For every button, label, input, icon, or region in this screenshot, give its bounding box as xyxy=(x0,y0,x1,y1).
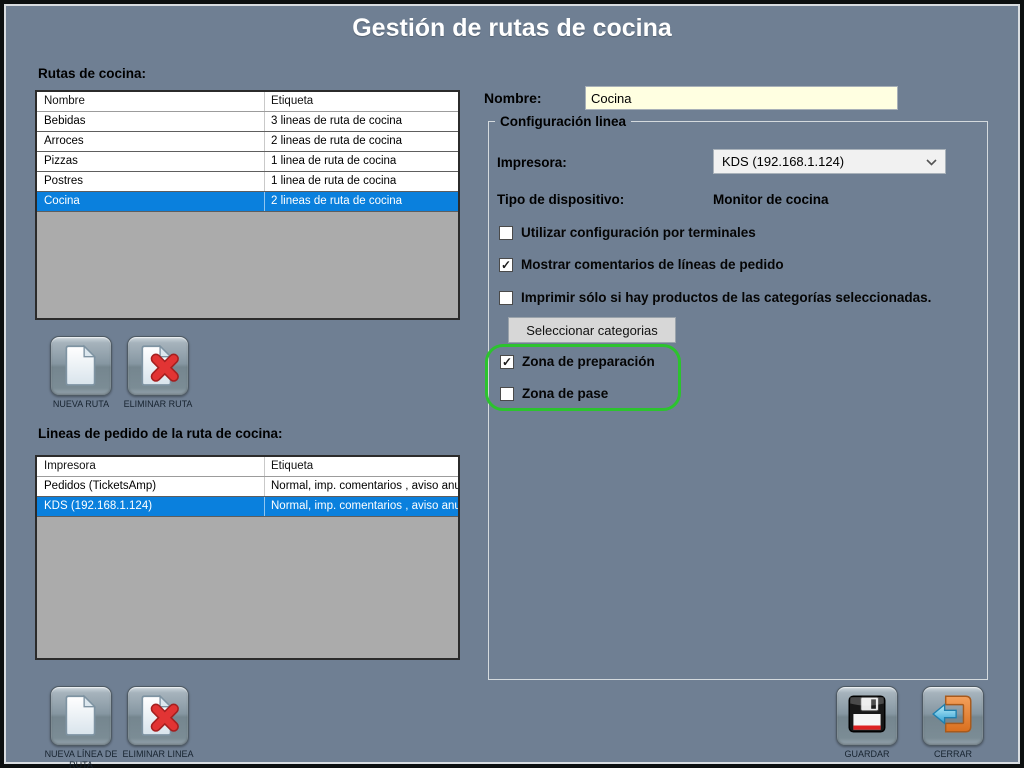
lines-section-label: Lineas de pedido de la ruta de cocina: xyxy=(38,426,283,441)
routes-table-header: Nombre Etiqueta xyxy=(37,92,458,112)
table-row[interactable]: Pedidos (TicketsAmp) Normal, imp. coment… xyxy=(37,477,458,497)
new-route-button[interactable]: NUEVA RUTA xyxy=(41,336,121,410)
route-name: Cocina xyxy=(37,192,265,211)
printer-field-label: Impresora: xyxy=(497,155,567,170)
delete-document-icon xyxy=(135,341,181,392)
checkbox-box[interactable] xyxy=(499,291,513,305)
routes-table: Nombre Etiqueta Bebidas 3 lineas de ruta… xyxy=(35,90,460,320)
line-printer: KDS (192.168.1.124) xyxy=(37,497,265,516)
kitchen-routes-window: Gestión de rutas de cocina Rutas de coci… xyxy=(0,0,1024,768)
new-line-button-label: NUEVA LÍNEA DE RUTA xyxy=(41,749,121,768)
line-tag: Normal, imp. comentarios , aviso anul. ,… xyxy=(265,497,458,516)
column-header-impresora[interactable]: Impresora xyxy=(37,457,265,476)
page-title: Gestión de rutas de cocina xyxy=(0,14,1024,43)
table-row[interactable]: Bebidas 3 lineas de ruta de cocina xyxy=(37,112,458,132)
checkbox-box-checked[interactable]: ✓ xyxy=(499,258,513,272)
select-categories-button[interactable]: Seleccionar categorias xyxy=(508,317,676,343)
name-input[interactable] xyxy=(585,86,898,110)
checkbox-box[interactable] xyxy=(499,226,513,240)
line-config-groupbox-title: Configuración linea xyxy=(495,114,631,129)
column-header-etiqueta[interactable]: Etiqueta xyxy=(265,92,458,111)
new-document-icon xyxy=(58,341,104,392)
route-tag: 2 lineas de ruta de cocina xyxy=(265,192,458,211)
checkbox-mostrar-comentarios[interactable]: ✓ Mostrar comentarios de líneas de pedid… xyxy=(499,257,784,272)
table-row[interactable]: Postres 1 linea de ruta de cocina xyxy=(37,172,458,192)
device-type-value: Monitor de cocina xyxy=(713,192,829,207)
table-row[interactable]: Arroces 2 lineas de ruta de cocina xyxy=(37,132,458,152)
delete-line-button-label: ELIMINAR LINEA xyxy=(118,749,198,760)
save-button[interactable]: GUARDAR xyxy=(827,686,907,760)
checkbox-label: Zona de preparación xyxy=(522,354,655,369)
device-type-label: Tipo de dispositivo: xyxy=(497,192,624,207)
delete-route-button[interactable]: ELIMINAR RUTA xyxy=(118,336,198,410)
chevron-down-icon xyxy=(926,153,937,171)
checkbox-label: Zona de pase xyxy=(522,386,608,401)
route-tag: 1 linea de ruta de cocina xyxy=(265,152,458,171)
new-document-icon xyxy=(58,691,104,742)
delete-line-button[interactable]: ELIMINAR LINEA xyxy=(118,686,198,760)
column-header-nombre[interactable]: Nombre xyxy=(37,92,265,111)
printer-dropdown-value: KDS (192.168.1.124) xyxy=(722,154,926,169)
route-name: Postres xyxy=(37,172,265,191)
checkbox-zona-preparacion[interactable]: ✓ Zona de preparación xyxy=(500,354,655,369)
route-name: Pizzas xyxy=(37,152,265,171)
new-route-button-label: NUEVA RUTA xyxy=(41,399,121,410)
delete-document-icon xyxy=(135,691,181,742)
route-tag: 2 lineas de ruta de cocina xyxy=(265,132,458,151)
checkbox-box-checked[interactable]: ✓ xyxy=(500,355,514,369)
printer-dropdown[interactable]: KDS (192.168.1.124) xyxy=(713,149,946,174)
exit-arrow-icon xyxy=(930,691,976,742)
checkbox-label: Mostrar comentarios de líneas de pedido xyxy=(521,257,784,272)
close-button-label: CERRAR xyxy=(913,749,993,760)
checkbox-box[interactable] xyxy=(500,387,514,401)
checkbox-zona-pase[interactable]: Zona de pase xyxy=(500,386,608,401)
line-tag: Normal, imp. comentarios , aviso anul. ,… xyxy=(265,477,458,496)
checkbox-imprimir-solo[interactable]: Imprimir sólo si hay productos de las ca… xyxy=(499,290,931,305)
column-header-etiqueta[interactable]: Etiqueta xyxy=(265,457,458,476)
table-row-selected[interactable]: KDS (192.168.1.124) Normal, imp. comenta… xyxy=(37,497,458,517)
checkbox-label: Utilizar configuración por terminales xyxy=(521,225,756,240)
delete-route-button-label: ELIMINAR RUTA xyxy=(118,399,198,410)
lines-table-header: Impresora Etiqueta xyxy=(37,457,458,477)
route-tag: 1 linea de ruta de cocina xyxy=(265,172,458,191)
save-button-label: GUARDAR xyxy=(827,749,907,760)
close-button[interactable]: CERRAR xyxy=(913,686,993,760)
floppy-disk-icon xyxy=(844,691,890,742)
table-empty-area xyxy=(37,517,458,658)
route-name: Arroces xyxy=(37,132,265,151)
table-empty-area xyxy=(37,212,458,318)
table-row[interactable]: Pizzas 1 linea de ruta de cocina xyxy=(37,152,458,172)
line-printer: Pedidos (TicketsAmp) xyxy=(37,477,265,496)
name-field-label: Nombre: xyxy=(484,90,542,106)
routes-section-label: Rutas de cocina: xyxy=(38,66,146,81)
route-tag: 3 lineas de ruta de cocina xyxy=(265,112,458,131)
route-name: Bebidas xyxy=(37,112,265,131)
table-row-selected[interactable]: Cocina 2 lineas de ruta de cocina xyxy=(37,192,458,212)
order-lines-table: Impresora Etiqueta Pedidos (TicketsAmp) … xyxy=(35,455,460,660)
new-line-button[interactable]: NUEVA LÍNEA DE RUTA xyxy=(41,686,121,768)
checkbox-config-terminales[interactable]: Utilizar configuración por terminales xyxy=(499,225,756,240)
checkbox-label: Imprimir sólo si hay productos de las ca… xyxy=(521,290,931,305)
